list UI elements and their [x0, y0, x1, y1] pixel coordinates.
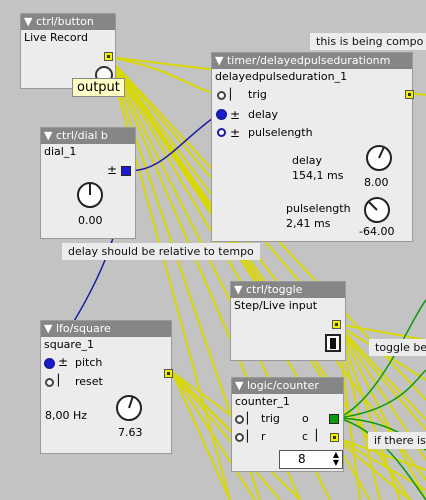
- r-inlet-label: r: [261, 430, 266, 443]
- object-instance-name: Step/Live input: [234, 299, 318, 312]
- bipolar-icon: ±: [230, 108, 241, 122]
- object-instance-name: Live Record: [24, 31, 88, 44]
- object-instance-name: delayedpulseduration_1: [215, 70, 348, 83]
- r-inlet[interactable]: [235, 433, 244, 442]
- object-instance-name: counter_1: [235, 395, 290, 408]
- lfo-output-port[interactable]: [164, 369, 173, 378]
- count-value[interactable]: 8: [298, 452, 306, 466]
- object-header[interactable]: ▼ lfo/square: [41, 321, 171, 337]
- delay-inlet[interactable]: [216, 109, 227, 120]
- trig-inlet-label: trig: [261, 412, 280, 425]
- spinner-arrows-icon[interactable]: ▲ ▼: [333, 451, 339, 467]
- bipolar-icon: ±: [58, 355, 69, 369]
- object-header[interactable]: ▼ ctrl/button: [21, 14, 115, 30]
- o-outlet-port[interactable]: [329, 414, 339, 424]
- counter-object[interactable]: ▼ logic/counter counter_1 ⎸ trig o ⎸ r c…: [231, 377, 344, 472]
- object-instance-name: square_1: [44, 338, 94, 351]
- dial-output-port[interactable]: [121, 166, 131, 176]
- delay-knob-value: 8.00: [364, 176, 389, 189]
- timer-output-port[interactable]: [405, 90, 414, 99]
- lfo-object[interactable]: ▼ lfo/square square_1 ± pitch ⎸ reset 8,…: [40, 320, 173, 454]
- pulselength-param-value: 2,41 ms: [286, 217, 331, 230]
- delay-param-value: 154,1 ms: [292, 169, 344, 182]
- dial-knob-value: 0.00: [78, 214, 103, 227]
- object-instance-name: dial_1: [44, 145, 77, 158]
- comment-if-there: if there is: [368, 432, 426, 449]
- object-header[interactable]: ▼ logic/counter: [232, 378, 343, 394]
- pulselength-inlet-label: pulselength: [248, 126, 313, 139]
- object-header[interactable]: ▼ ctrl/toggle: [231, 282, 345, 298]
- c-edge-icon: ⎸: [316, 428, 330, 443]
- trig-inlet[interactable]: [235, 415, 244, 424]
- pitch-inlet-label: pitch: [75, 356, 103, 369]
- comment-toggle-be: toggle be: [369, 339, 426, 356]
- dial-knob[interactable]: [75, 180, 105, 210]
- output-tooltip: output: [72, 78, 125, 97]
- trig-edge-icon: ⎸: [247, 411, 261, 426]
- pitch-inlet[interactable]: [44, 358, 55, 369]
- pitch-knob-value: 7.63: [118, 426, 143, 439]
- object-header[interactable]: ▼ ctrl/dial b: [41, 128, 135, 144]
- reset-edge-icon: ⎸: [58, 373, 72, 388]
- trig-label: trig: [248, 88, 267, 101]
- timer-object[interactable]: ▼ timer/delayedpulsedurationm delayedpul…: [211, 52, 414, 242]
- pulselength-param-label: pulselength: [286, 202, 351, 215]
- count-spinner[interactable]: 8 ▲ ▼: [279, 450, 343, 469]
- reset-inlet[interactable]: [45, 378, 54, 387]
- toggle-switch[interactable]: [325, 334, 341, 352]
- comment-top: this is being compo: [310, 33, 426, 50]
- pitch-knob[interactable]: [114, 393, 144, 423]
- c-outlet-label: c: [302, 430, 309, 443]
- trig-edge-icon: ⎸: [230, 87, 244, 102]
- delay-knob[interactable]: [364, 143, 394, 173]
- bipolar-icon: ±: [230, 126, 241, 140]
- dial-object[interactable]: ▼ ctrl/dial b dial_1 ± 0.00: [40, 127, 136, 239]
- r-edge-icon: ⎸: [247, 429, 261, 444]
- o-outlet-label: o: [302, 412, 309, 425]
- pulselength-knob-value: -64.00: [359, 225, 395, 238]
- delay-param-label: delay: [292, 154, 323, 167]
- frequency-value: 8,00 Hz: [45, 409, 88, 422]
- trig-inlet[interactable]: [217, 91, 226, 100]
- button-output-port[interactable]: [104, 52, 113, 61]
- delay-inlet-label: delay: [248, 108, 279, 121]
- reset-inlet-label: reset: [75, 375, 103, 388]
- pulselength-inlet[interactable]: [217, 128, 226, 137]
- toggle-output-port[interactable]: [332, 320, 341, 329]
- comment-delay-tempo: delay should be relative to tempo: [62, 243, 260, 260]
- object-header[interactable]: ▼ timer/delayedpulsedurationm: [212, 53, 412, 69]
- c-outlet-port[interactable]: [330, 433, 339, 442]
- bipolar-icon: ±: [107, 163, 118, 177]
- toggle-object[interactable]: ▼ ctrl/toggle Step/Live input: [230, 281, 346, 361]
- pulselength-knob[interactable]: [362, 195, 392, 225]
